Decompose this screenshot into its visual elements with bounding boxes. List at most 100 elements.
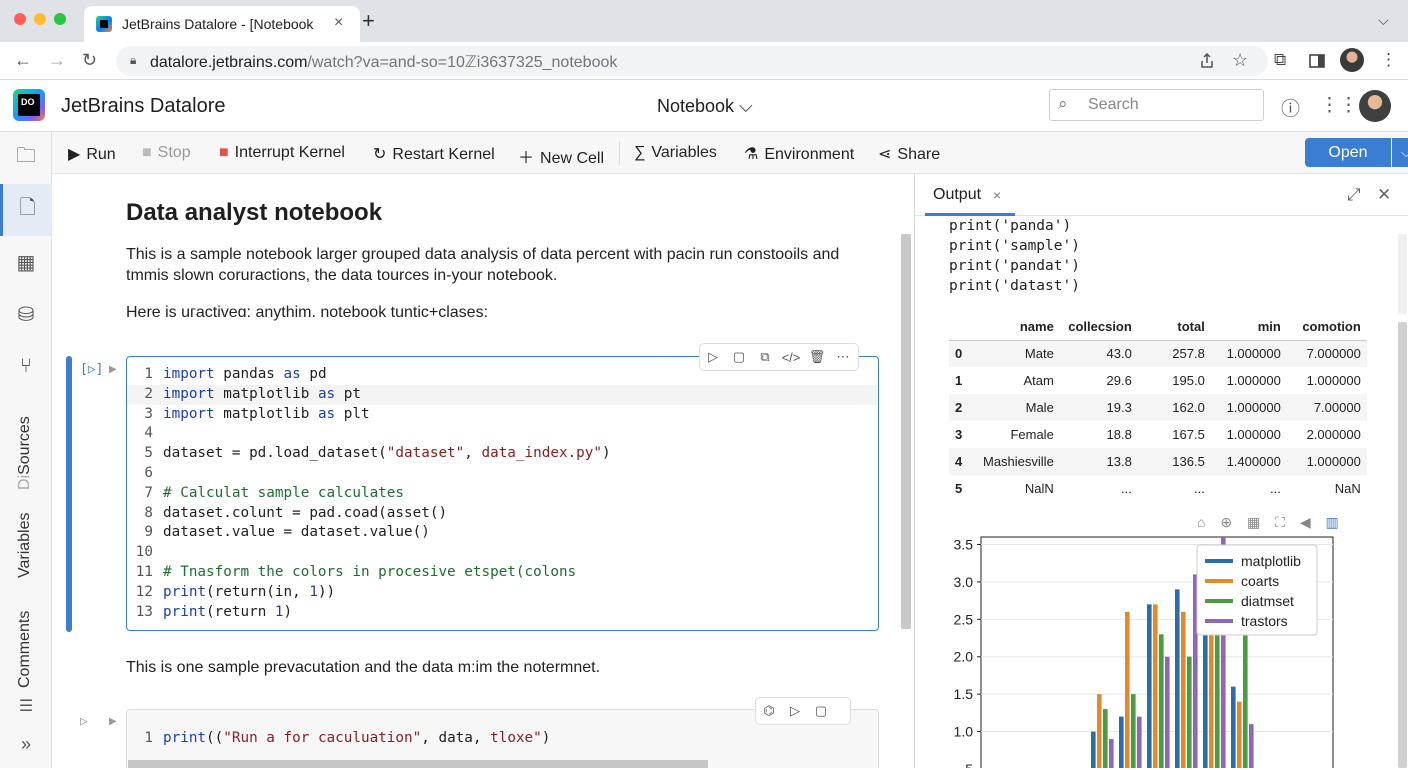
sidebar-tab-variables[interactable]: Variables <box>16 512 34 578</box>
plot-crop-icon[interactable]: ⛶ <box>1275 514 1285 530</box>
column-header: min <box>1257 319 1281 335</box>
user-avatar[interactable] <box>1359 90 1391 122</box>
search-box[interactable]: ⌕ <box>1049 89 1264 121</box>
open-button[interactable]: Open <box>1305 138 1391 167</box>
cell-view-icon[interactable]: ▢ <box>726 349 752 365</box>
row-index: 2 <box>955 400 963 415</box>
run-cell-icon[interactable]: ▷ <box>700 349 726 365</box>
stop-button[interactable]: ■ Stop <box>142 144 191 162</box>
delete-cell-icon[interactable]: 🗑︎ <box>804 349 830 365</box>
restart-kernel-button[interactable]: ↻ Restart Kernel <box>373 144 495 164</box>
toolbar-divider <box>619 141 620 165</box>
plot-grid-icon[interactable]: ▦ <box>1247 514 1260 530</box>
share-page-icon[interactable] <box>1199 53 1215 69</box>
plot-chart-icon[interactable]: ▥ <box>1325 514 1338 530</box>
y-tick-label: 2.0 <box>954 649 974 665</box>
environment-button[interactable]: ⚗ Environment <box>744 144 854 164</box>
notebook-scrollbar[interactable] <box>901 234 911 629</box>
extensions-puzzle-icon[interactable]: ⧉ <box>1274 50 1286 70</box>
plot-zoom-icon[interactable]: ⊕ <box>1220 514 1232 530</box>
code-line: 8 dataset.colunt = pad.coad(asset() <box>144 504 448 521</box>
sidebar-files-icon[interactable]: 🗀︎ <box>0 132 52 184</box>
run-cell-icon[interactable]: ▷ <box>782 703 808 719</box>
share-label: Share <box>897 146 941 163</box>
reload-icon[interactable]: ↻ <box>82 50 97 71</box>
y-tick-label: 1.5 <box>954 686 974 702</box>
cell2-run-prompt[interactable]: ▷ <box>80 714 88 729</box>
forward-arrow-icon[interactable]: → <box>48 50 66 71</box>
format-cell-icon[interactable]: ⌬ <box>756 703 782 719</box>
column-header: total <box>1177 319 1205 335</box>
bookmark-star-icon[interactable]: ☆ <box>1232 50 1248 71</box>
dataframe-table: name collecsion total min comotion 0 Mate… <box>949 314 1367 502</box>
legend-label: matplotlib <box>1241 553 1301 569</box>
share-button[interactable]: ⋖ Share <box>878 144 940 164</box>
output-scrollbar[interactable] <box>1398 322 1407 768</box>
browser-tab[interactable]: JetBrains Datalore - [Notebook × <box>84 6 360 42</box>
table-row: 1 Atam 29.6 195.0 1.000000 1.000000 <box>949 367 1367 394</box>
row-index: 4 <box>955 454 963 469</box>
notebook-menu[interactable]: Notebook ⌵ <box>657 96 753 117</box>
cell2-collapse-arrow-icon[interactable]: ▶ <box>109 716 117 727</box>
tab-close-icon[interactable]: × <box>334 14 343 32</box>
sidebar-tab-comments[interactable]: Comments <box>16 611 34 688</box>
variables-button[interactable]: ∑ Variables <box>634 144 717 162</box>
stop-label: Stop <box>157 144 191 161</box>
tab-search-chevron-icon[interactable]: ⌵ <box>1378 12 1389 29</box>
sidebar-notebook-icon[interactable]: 🗋︎ <box>0 184 52 236</box>
maximize-window-dot[interactable] <box>54 13 66 25</box>
lock-icon[interactable]: 🔒︎ <box>130 53 136 68</box>
cell-collapse-arrow-icon[interactable]: ▶ <box>109 364 117 375</box>
duplicate-cell-icon[interactable]: ⧉ <box>752 349 778 365</box>
sidebar-git-branch-icon[interactable]: ⑂ <box>0 340 52 392</box>
code-editor-2[interactable]: 1 print(("Run a for caculuation", data, t… <box>127 729 550 749</box>
tab-output[interactable]: Output <box>933 186 981 204</box>
table-cell: 1.000000 <box>1306 454 1361 469</box>
table-cell: NaN <box>1334 481 1361 496</box>
legend-label: diatmset <box>1241 593 1294 609</box>
sidebar-expand-icon[interactable]: » <box>0 718 52 770</box>
sources-prefix: Di <box>16 474 33 490</box>
new-tab-button[interactable]: + <box>362 8 375 34</box>
address-bar[interactable]: 🔒︎ datalore.jetbrains.com/watch?va=and-s… <box>116 46 1268 76</box>
code-editor[interactable]: 1 import pandas as pd 2 import matplotlib … <box>127 365 877 622</box>
sidebar-database-icon[interactable]: ⛁ <box>0 288 52 340</box>
output-tab-close-icon[interactable]: × <box>993 187 1001 203</box>
code-toggle-icon[interactable]: </> <box>778 350 804 365</box>
code-cell[interactable]: 1 import pandas as pd 2 import matplotlib … <box>126 343 879 631</box>
comment-cell-icon[interactable]: ▢ <box>808 703 834 719</box>
bar <box>1131 694 1136 768</box>
new-cell-button[interactable]: ＋ New Cell <box>518 144 604 168</box>
back-arrow-icon[interactable]: ← <box>14 50 32 71</box>
bar <box>1249 724 1254 768</box>
plot-home-icon[interactable]: ⌂ <box>1197 514 1205 530</box>
row-index: 1 <box>955 373 963 388</box>
print-output: print('panda') print('sample') print('pa… <box>949 216 1080 296</box>
close-window-dot[interactable] <box>14 13 26 25</box>
notebook-title: Data analyst notebook <box>126 199 383 226</box>
plot-tag-icon[interactable]: ◀ <box>1300 514 1311 530</box>
close-panel-icon[interactable]: ✕ <box>1377 185 1391 205</box>
sidebar-table-icon[interactable]: ▦ <box>0 236 52 288</box>
sidebar-tab-sources[interactable]: DiSources <box>16 416 34 490</box>
side-panel-icon[interactable] <box>1309 53 1325 69</box>
horizontal-scrollbar[interactable] <box>128 760 708 768</box>
cell-run-prompt[interactable]: [▷] <box>80 362 103 377</box>
url-text[interactable]: datalore.jetbrains.com/watch?va=and-so=1… <box>150 52 617 72</box>
maximize-panel-icon[interactable]: ⤢ <box>1347 185 1361 205</box>
minimize-window-dot[interactable] <box>34 13 46 25</box>
browser-menu-icon[interactable]: ⋮ <box>1380 50 1397 70</box>
open-dropdown-chevron-icon[interactable]: ⌵ <box>1392 138 1408 167</box>
notebook-editor: Data analyst notebook This is a sample n… <box>52 174 914 768</box>
help-icon[interactable]: ⓘ <box>1281 94 1300 121</box>
more-options-icon[interactable]: ⋯ <box>830 349 856 365</box>
datalore-logo[interactable]: DO <box>13 89 45 121</box>
run-button[interactable]: ▶ Run <box>68 144 116 164</box>
table-cell: 7.00000 <box>1313 400 1361 415</box>
row-index: 0 <box>955 346 963 362</box>
browser-profile-avatar[interactable] <box>1340 48 1364 72</box>
search-input[interactable] <box>1088 96 1248 114</box>
table-row: 3 Female 18.8 167.5 1.000000 2.000000 <box>949 421 1367 448</box>
interrupt-kernel-button[interactable]: ■ Interrupt Kernel <box>219 144 345 162</box>
sources-label: Sources <box>16 416 33 475</box>
